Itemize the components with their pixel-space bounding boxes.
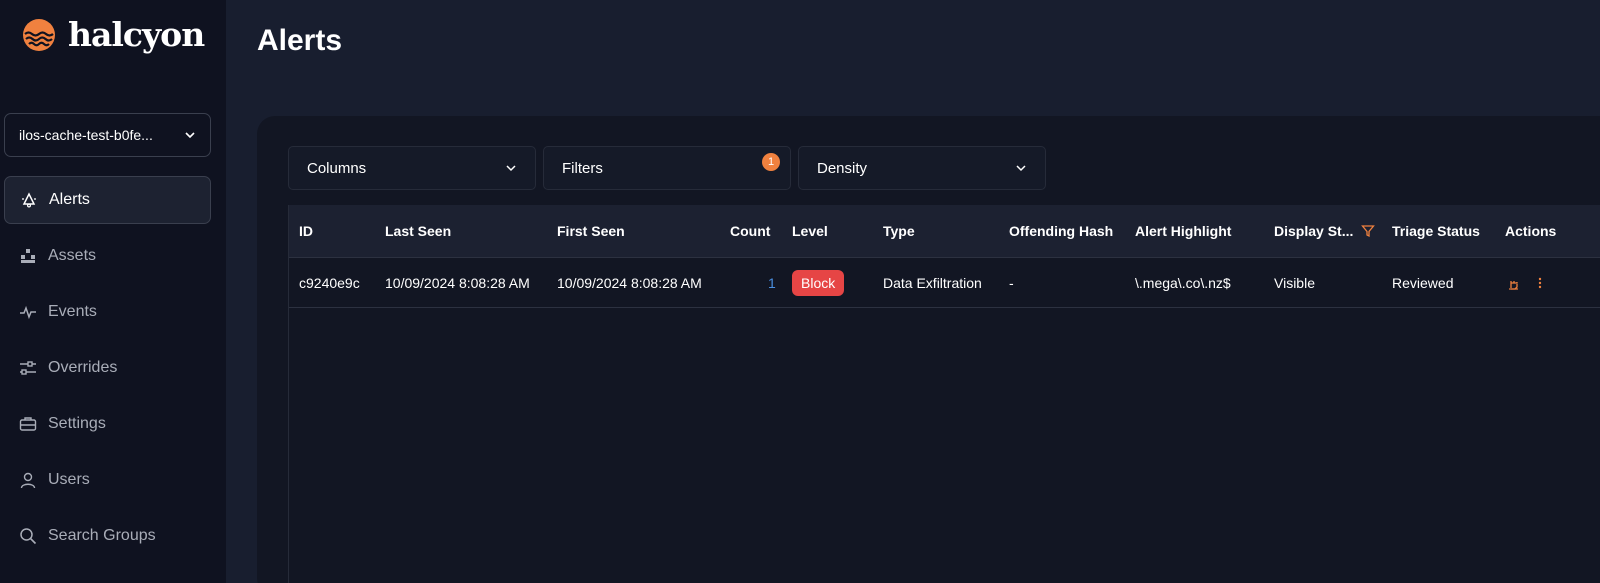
sidebar-item-label: Events (48, 303, 97, 320)
sidebar-item-label: Settings (48, 415, 106, 432)
sidebar-item-users[interactable]: Users (4, 456, 211, 504)
alerts-table: ID Last Seen First Seen Count Level Type… (288, 205, 1600, 583)
sidebar-item-label: Alerts (49, 191, 90, 208)
sidebar-item-alerts[interactable]: Alerts (4, 176, 211, 224)
cell-actions (1507, 258, 1547, 307)
sidebar-item-search-groups[interactable]: Search Groups (4, 512, 211, 560)
filters-count-badge: 1 (762, 153, 780, 171)
column-header-display-status[interactable]: Display St... (1274, 205, 1376, 257)
chevron-down-icon (1016, 165, 1026, 172)
sidebar-item-settings[interactable]: Settings (4, 400, 211, 448)
sliders-icon (18, 358, 38, 378)
cell-alert-highlight: \.mega\.co\.nz$ (1135, 274, 1231, 291)
filters-label: Filters (562, 159, 603, 177)
columns-button[interactable]: Columns (288, 146, 536, 190)
pulse-icon (18, 302, 38, 322)
sidebar-item-label: Search Groups (48, 527, 156, 544)
column-header-type[interactable]: Type (883, 205, 915, 257)
column-header-actions: Actions (1505, 223, 1557, 239)
halcyon-logo[interactable]: halcyon (22, 15, 205, 54)
sidebar-item-label: Users (48, 471, 90, 488)
density-label: Density (817, 159, 868, 177)
filters-button[interactable]: Filters 1 (543, 146, 791, 190)
density-button[interactable]: Density (798, 146, 1046, 190)
column-header-alert-highlight[interactable]: Alert Highlight (1135, 205, 1231, 257)
logo-sun-icon (23, 19, 55, 51)
assets-icon (18, 246, 38, 266)
cell-offending-hash: - (1009, 274, 1014, 291)
sidebar-item-overrides[interactable]: Overrides (4, 344, 211, 392)
cell-id: c9240e9c (299, 274, 360, 291)
app-name: halcyon (68, 15, 205, 54)
columns-label: Columns (307, 159, 367, 177)
column-header-count[interactable]: Count (730, 205, 770, 257)
sidebar-item-events[interactable]: Events (4, 288, 211, 336)
column-header-first-seen[interactable]: First Seen (557, 205, 625, 257)
column-header-triage-status[interactable]: Triage Status (1392, 205, 1480, 257)
chevron-down-icon (185, 132, 195, 139)
column-header-id[interactable]: ID (299, 205, 313, 257)
search-icon (18, 526, 38, 546)
column-header-label: Display St... (1274, 223, 1354, 239)
filter-icon[interactable] (1361, 224, 1376, 238)
cell-triage-status: Reviewed (1392, 274, 1454, 291)
column-header-last-seen[interactable]: Last Seen (385, 205, 451, 257)
more-options-icon[interactable] (1533, 276, 1547, 290)
level-badge: Block (792, 269, 845, 296)
triage-hand-icon[interactable] (1507, 276, 1521, 290)
cell-display-status: Visible (1274, 274, 1315, 291)
sidebar: halcyon ilos-cache-test-b0fe... Alerts A… (0, 0, 226, 583)
organization-select-value: ilos-cache-test-b0fe... (19, 127, 153, 143)
table-header-row: ID Last Seen First Seen Count Level Type… (289, 205, 1600, 258)
cell-level: Block (792, 258, 845, 307)
cell-type: Data Exfiltration (883, 274, 982, 291)
chevron-down-icon (506, 165, 516, 172)
bell-icon (19, 190, 39, 210)
sidebar-item-label: Overrides (48, 359, 118, 376)
cell-first-seen: 10/09/2024 8:08:28 AM (557, 274, 702, 291)
column-header-level[interactable]: Level (792, 205, 828, 257)
user-icon (18, 470, 38, 490)
sidebar-item-label: Assets (48, 247, 97, 264)
sidebar-item-assets[interactable]: Assets (4, 232, 211, 280)
column-header-offending-hash[interactable]: Offending Hash (1009, 205, 1113, 257)
cell-count[interactable]: 1 (768, 258, 776, 307)
cell-last-seen: 10/09/2024 8:08:28 AM (385, 274, 530, 291)
page-title: Alerts (257, 24, 343, 57)
table-row[interactable]: c9240e9c 10/09/2024 8:08:28 AM 10/09/202… (289, 258, 1600, 308)
organization-select[interactable]: ilos-cache-test-b0fe... (4, 113, 211, 157)
toolbox-icon (18, 414, 38, 434)
